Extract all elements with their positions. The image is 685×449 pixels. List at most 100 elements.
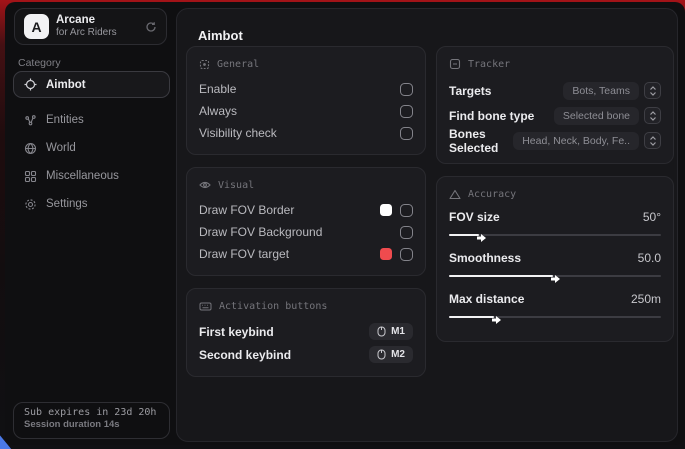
fov-border-color-swatch[interactable] [380,204,392,216]
sidebar-item-miscellaneous[interactable]: Miscellaneous [13,162,170,190]
sidebar-item-aimbot[interactable]: Aimbot [13,71,170,98]
card-title: Tracker [468,59,510,70]
setting-row-fov-border: Draw FOV Border [199,199,413,221]
dropdown-value: Selected bone [554,107,639,125]
card-title: General [217,59,259,70]
setting-label: Bones Selected [449,127,513,155]
eye-icon [199,179,211,191]
right-column: Tracker Targets Bots, Teams Find bone [436,46,674,354]
setting-label: Enable [199,82,400,96]
page-title: Aimbot [198,28,243,43]
targets-dropdown[interactable]: Bots, Teams [563,82,661,100]
smoothness-slider[interactable] [449,269,661,282]
slider-thumb[interactable] [492,312,502,322]
setting-label: Max distance [449,292,631,306]
max-distance-slider[interactable] [449,310,661,323]
card-title: Visual [218,180,254,191]
max-distance-value: 250m [631,292,661,306]
fov-size-slider[interactable] [449,228,661,241]
dropdown-value: Bots, Teams [563,82,639,100]
globe-icon [24,142,37,155]
fov-size-value: 50° [643,210,661,224]
bones-selected-dropdown[interactable]: Head, Neck, Body, Fe.. [513,132,661,150]
setting-label: First keybind [199,325,369,339]
setting-label: FOV size [449,210,643,224]
sidebar-item-entities[interactable]: Entities [13,106,170,134]
fov-background-checkbox[interactable] [400,226,413,239]
enable-checkbox[interactable] [400,83,413,96]
visibility-check-checkbox[interactable] [400,127,413,140]
triangle-icon [449,189,461,200]
setting-row-smoothness: Smoothness 50.0 [449,249,661,282]
crosshair-icon [24,78,37,91]
setting-label: Visibility check [199,126,400,140]
sidebar-item-world[interactable]: World [13,134,170,162]
app-window: A Arcane for Arc Riders Category Aimbot [5,2,685,445]
setting-row-first-keybind: First keybind M1 [199,320,413,343]
setting-label: Second keybind [199,348,369,362]
general-grid-icon [199,59,210,70]
mouse-icon [377,349,386,360]
sidebar-item-settings[interactable]: Settings [13,190,170,218]
sidebar: A Arcane for Arc Riders Category Aimbot [5,2,176,445]
keybind-value: M2 [391,349,405,360]
fov-target-color-swatch[interactable] [380,248,392,260]
brand-name: Arcane [56,14,117,27]
category-label: Category [18,57,61,69]
smoothness-value: 50.0 [638,251,661,265]
keybind-value: M1 [391,326,405,337]
setting-row-visibility-check: Visibility check [199,122,413,144]
setting-label: Smoothness [449,251,638,265]
entities-icon [24,114,37,127]
setting-row-find-bone-type: Find bone type Selected bone [449,103,661,128]
sub-expiry-text: Sub expires in 23d 20h [24,407,159,418]
sidebar-item-label: Aimbot [46,79,86,91]
sidebar-nav: Aimbot Entities World [5,71,176,218]
grid-icon [24,170,37,183]
setting-row-bones-selected: Bones Selected Head, Neck, Body, Fe.. [449,128,661,153]
setting-label: Always [199,104,400,118]
find-bone-type-dropdown[interactable]: Selected bone [554,107,661,125]
accuracy-card: Accuracy FOV size 50° [436,176,674,342]
setting-row-fov-background: Draw FOV Background [199,221,413,243]
setting-row-always: Always [199,100,413,122]
setting-label: Draw FOV Border [199,203,380,217]
slider-thumb[interactable] [551,271,561,281]
refresh-icon[interactable] [145,21,157,33]
first-keybind-button[interactable]: M1 [369,323,413,340]
general-card: General Enable Always Visibility check [186,46,426,155]
second-keybind-button[interactable]: M2 [369,346,413,363]
setting-row-max-distance: Max distance 250m [449,290,661,323]
setting-label: Draw FOV Background [199,225,400,239]
always-checkbox[interactable] [400,105,413,118]
activation-buttons-card: Activation buttons First keybind M1 S [186,288,426,377]
keyboard-icon [199,301,212,312]
setting-row-fov-size: FOV size 50° [449,208,661,241]
chevron-updown-icon [644,107,661,124]
brand-logo: A [24,14,49,39]
fov-target-checkbox[interactable] [400,248,413,261]
brand-subtitle: for Arc Riders [56,27,117,39]
mouse-icon [377,326,386,337]
main-panel: Aimbot General Enable Always [176,8,678,442]
chevron-updown-icon [644,132,661,149]
slider-thumb[interactable] [477,230,487,240]
setting-row-targets: Targets Bots, Teams [449,78,661,103]
card-title: Activation buttons [219,301,327,312]
setting-label: Find bone type [449,109,554,123]
dropdown-value: Head, Neck, Body, Fe.. [513,132,639,150]
chevron-updown-icon [644,82,661,99]
setting-label: Targets [449,84,563,98]
visual-card: Visual Draw FOV Border Draw FOV Backgrou… [186,167,426,276]
sidebar-item-label: World [46,142,76,154]
setting-row-fov-target: Draw FOV target [199,243,413,265]
gear-icon [24,198,37,211]
fov-border-checkbox[interactable] [400,204,413,217]
setting-label: Draw FOV target [199,247,380,261]
sidebar-item-label: Miscellaneous [46,170,119,182]
square-minus-icon [449,58,461,70]
setting-row-enable: Enable [199,78,413,100]
brand-card: A Arcane for Arc Riders [14,8,167,45]
subscription-info: Sub expires in 23d 20h Session duration … [13,402,170,439]
session-duration-text: Session duration 14s [24,419,159,430]
